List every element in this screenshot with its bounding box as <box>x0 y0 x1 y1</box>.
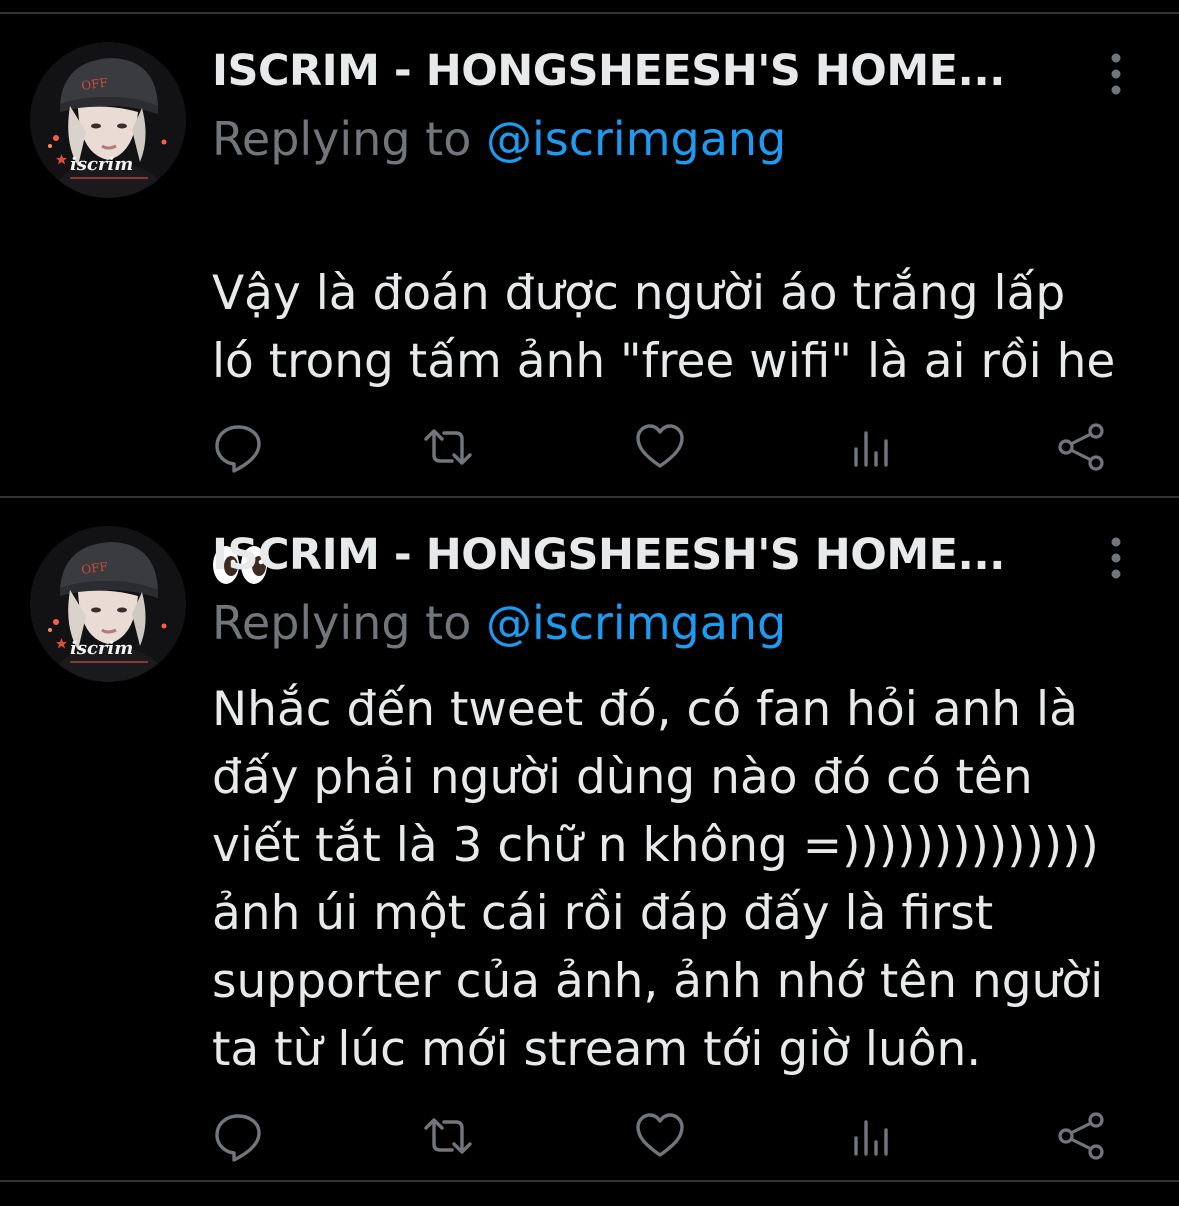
like-icon[interactable] <box>634 421 686 473</box>
reply-icon[interactable] <box>212 1110 264 1162</box>
replying-label: Replying to <box>212 596 472 650</box>
author-name[interactable]: ISCRIM - HONGSHEESH'S HOME... <box>212 46 1092 96</box>
tweet-actions <box>212 1110 1112 1166</box>
views-icon[interactable] <box>846 1110 898 1162</box>
logo-text: iscrim <box>70 638 133 659</box>
logo-text: iscrim <box>70 154 133 175</box>
author-name[interactable]: ISCRIM - HONGSHEESH'S HOME... <box>212 530 1092 580</box>
more-options-icon[interactable] <box>1098 534 1134 582</box>
tweet-text-content: Vậy là đoán được người áo trắng lấp ló t… <box>212 266 1116 389</box>
retweet-icon[interactable] <box>422 421 474 473</box>
replying-handle[interactable]: @iscrimgang <box>486 112 786 166</box>
like-icon[interactable] <box>634 1110 686 1162</box>
views-icon[interactable] <box>846 421 898 473</box>
replying-label: Replying to <box>212 112 472 166</box>
avatar[interactable]: OFF iscrim <box>30 526 186 682</box>
tweet-text: Nhắc đến tweet đó, có fan hỏi anh là đấy… <box>212 682 1104 1077</box>
tweet[interactable]: OFF iscrim ISCRIM - HONGSHEESH'S HOME...… <box>0 14 1179 584</box>
tweet-actions <box>212 421 1112 477</box>
share-icon[interactable] <box>1056 1110 1108 1162</box>
avatar[interactable]: OFF iscrim <box>30 42 186 198</box>
replying-to: Replying to @iscrimgang <box>212 112 786 166</box>
replying-handle[interactable]: @iscrimgang <box>486 596 786 650</box>
reply-icon[interactable] <box>212 421 264 473</box>
top-divider <box>0 0 1179 14</box>
share-icon[interactable] <box>1056 421 1108 473</box>
tweet[interactable]: OFF iscrim ISCRIM - HONGSHEESH'S HOME...… <box>0 498 1179 1182</box>
more-options-icon[interactable] <box>1098 50 1134 98</box>
retweet-icon[interactable] <box>422 1110 474 1162</box>
replying-to: Replying to @iscrimgang <box>212 596 786 650</box>
